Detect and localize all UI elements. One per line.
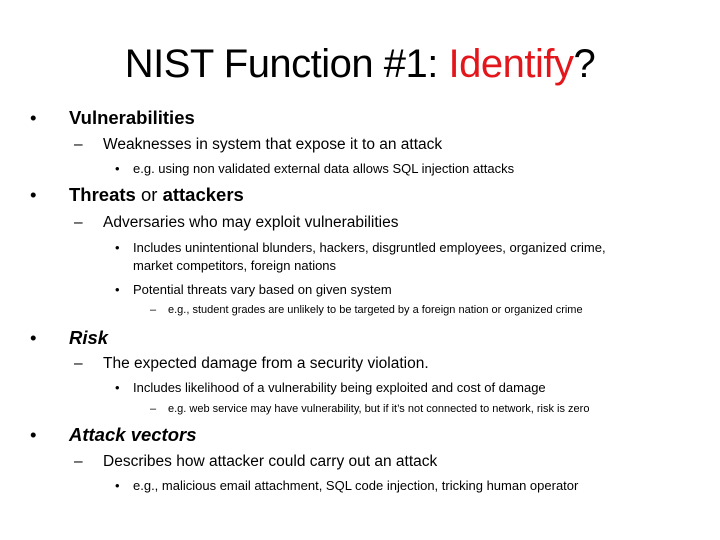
heading-connector: or [135,184,163,205]
bullet-icon: • [115,282,120,297]
detail-threats-2: Potential threats vary based on given sy… [133,282,392,297]
dash-icon: – [74,136,83,153]
bullet-icon: • [30,327,37,348]
definition-threats: Adversaries who may exploit vulnerabilit… [103,214,399,231]
bullet-icon: • [115,380,120,395]
dash-icon: – [74,214,83,231]
dash-icon: – [74,453,83,470]
title-highlight: Identify [448,42,574,86]
detail-threats-1-cont: market competitors, foreign nations [133,258,337,273]
example-threats: e.g., student grades are unlikely to be … [168,304,583,316]
definition-risk: The expected damage from a security viol… [103,355,429,372]
definition-vulnerabilities: Weaknesses in system that expose it to a… [103,136,443,153]
section-heading-risk: Risk [69,327,109,348]
detail-attack-vectors: e.g., malicious email attachment, SQL co… [133,478,579,493]
definition-attack-vectors: Describes how attacker could carry out a… [103,453,438,470]
example-risk: e.g. web service may have vulnerability,… [168,403,590,415]
dash-icon: – [74,355,83,372]
dash-icon: – [150,403,157,415]
heading-attackers: attackers [162,184,244,205]
bullet-icon: • [30,424,37,445]
title-suffix: ? [573,42,596,86]
slide-title: NIST Function #1: Identify? [0,42,720,87]
bullet-icon: • [115,240,120,255]
bullet-icon: • [115,161,120,176]
bullet-icon: • [115,478,120,493]
dash-icon: – [150,304,157,316]
section-heading-threats: Threats or attackers [69,184,244,206]
bullet-icon: • [30,107,37,128]
bullet-icon: • [30,184,37,205]
detail-vulnerabilities: e.g. using non validated external data a… [133,161,515,176]
section-heading-attack-vectors: Attack vectors [69,424,197,445]
detail-threats-1: Includes unintentional blunders, hackers… [133,240,606,255]
title-prefix: NIST Function #1: [124,42,449,86]
section-heading-vulnerabilities: Vulnerabilities [69,107,195,128]
detail-risk: Includes likelihood of a vulnerability b… [133,380,546,395]
heading-threats: Threats [69,184,136,205]
